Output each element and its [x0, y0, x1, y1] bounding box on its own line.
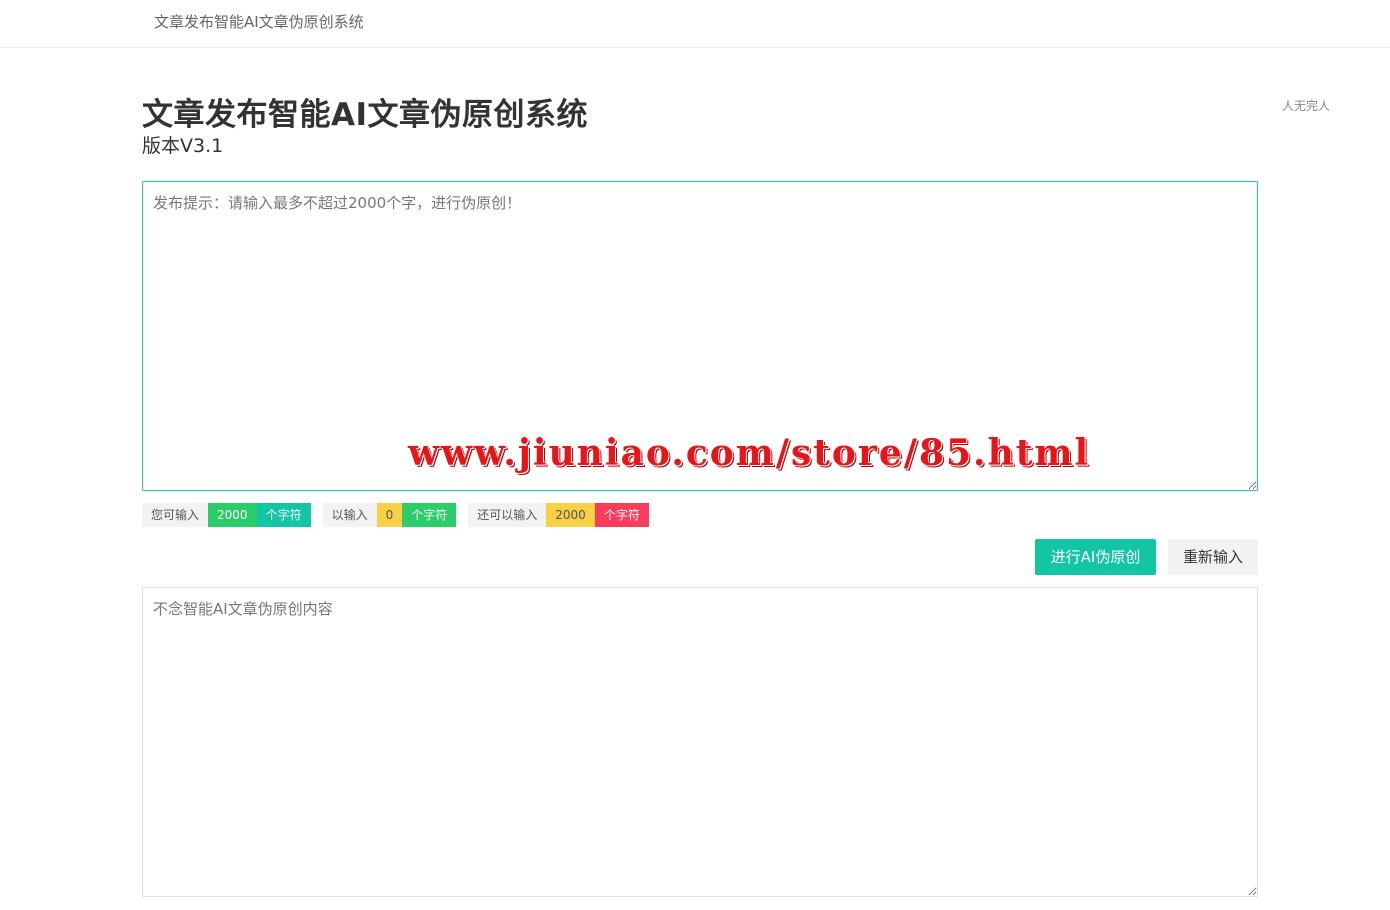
counter-entered: 以输入 0 个字符 — [322, 503, 457, 527]
counter-entered-label: 以输入 — [322, 503, 377, 527]
counter-remaining: 还可以输入 2000 个字符 — [468, 503, 649, 527]
page-title: 文章发布智能AI文章伪原创系统 — [142, 97, 589, 133]
char-counters: 您可输入 2000 个字符 以输入 0 个字符 还可以输入 2000 个字符 — [142, 503, 661, 527]
rewrite-output[interactable] — [142, 587, 1258, 897]
top-navbar: 文章发布智能AI文章伪原创系统 — [0, 0, 1390, 48]
counter-remaining-label: 还可以输入 — [468, 503, 547, 527]
counter-remaining-value: 2000 — [546, 503, 595, 527]
article-input[interactable] — [142, 181, 1258, 491]
counter-max-label: 您可输入 — [142, 503, 209, 527]
navbar-brand[interactable]: 文章发布智能AI文章伪原创系统 — [154, 12, 364, 32]
version-label: 版本V3.1 — [142, 135, 224, 157]
reset-button[interactable]: 重新输入 — [1168, 539, 1258, 575]
counter-entered-unit: 个字符 — [402, 503, 457, 527]
counter-max-value: 2000 — [208, 503, 257, 527]
rewrite-button[interactable]: 进行AI伪原创 — [1035, 539, 1156, 575]
counter-entered-value: 0 — [376, 503, 403, 527]
counter-remaining-unit: 个字符 — [594, 503, 649, 527]
author-label: 人无完人 — [1282, 99, 1331, 113]
counter-max-unit: 个字符 — [256, 503, 311, 527]
counter-max: 您可输入 2000 个字符 — [142, 503, 311, 527]
